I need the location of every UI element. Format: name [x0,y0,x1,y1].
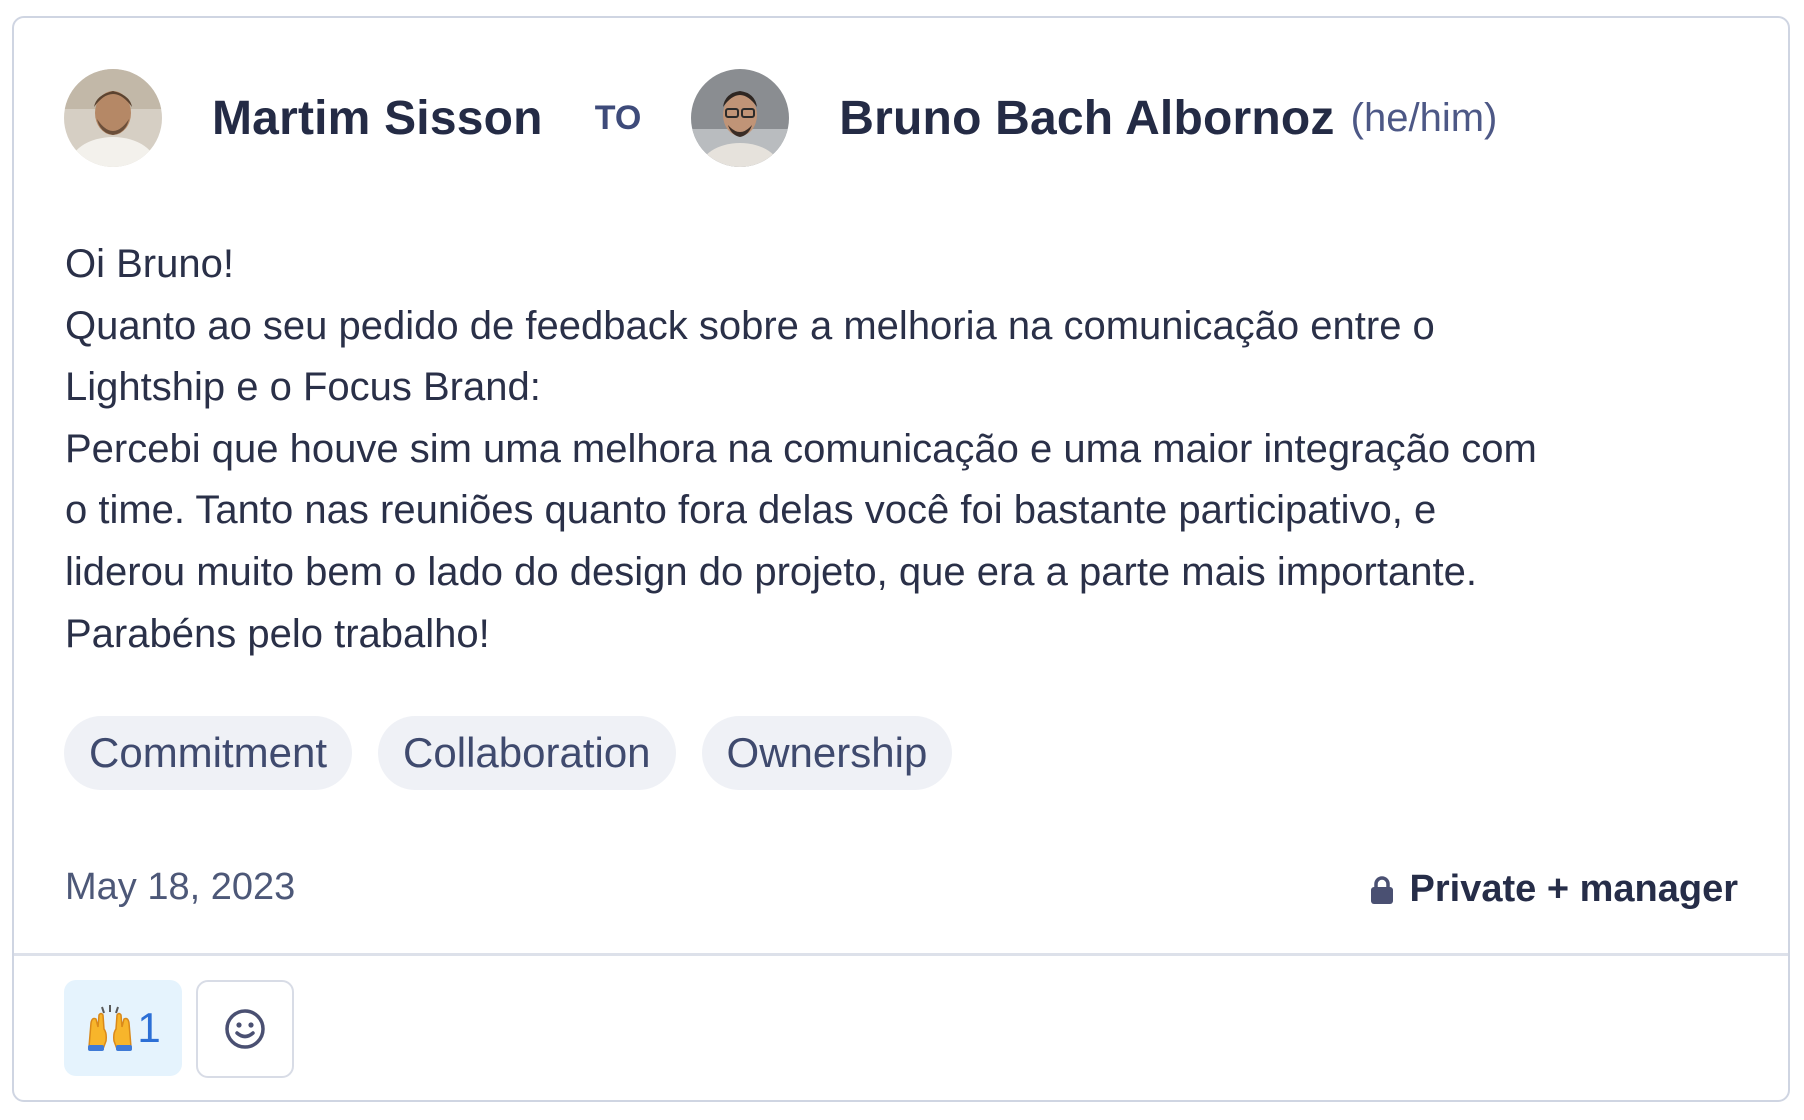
message-line: Quanto ao seu pedido de feedback sobre a… [65,303,1435,348]
recipient-pronouns: (he/him) [1350,95,1498,140]
feedback-header: Martim Sisson TO Bruno Bach Albornoz (he… [64,68,1497,168]
smiley-icon [225,1009,265,1049]
message-line: Oi Bruno! [65,242,234,286]
tag-collaboration: Collaboration [378,716,676,790]
recipient-name[interactable]: Bruno Bach Albornoz [839,91,1334,146]
divider [14,953,1788,956]
feedback-date: May 18, 2023 [65,866,296,908]
message-line: o time. Tanto nas reuniões quanto fora d… [65,488,1437,533]
sender-name[interactable]: Martim Sisson [212,91,543,146]
message-line: Parabéns pelo trabalho! [65,611,490,656]
reaction-count: 1 [137,1004,161,1051]
message-line: Percebi que houve sim uma melhora na com… [65,426,1537,471]
sender-avatar[interactable] [64,69,162,167]
raising-hands-icon [88,1005,133,1051]
tag-commitment: Commitment [64,716,353,790]
feedback-card: Martim Sisson TO Bruno Bach Albornoz (he… [12,16,1790,1102]
privacy-indicator: Private + manager [1370,868,1738,911]
lock-icon [1370,875,1393,904]
message-line: Lightship e o Focus Brand: [65,365,541,410]
to-connector: TO [594,98,642,137]
value-tags: Commitment Collaboration Ownership [64,716,953,790]
recipient-avatar[interactable] [691,69,790,167]
message-line: liderou muito bem o lado do design do pr… [65,549,1477,594]
add-reaction-button[interactable] [196,980,294,1078]
feedback-message: Oi Bruno! Quanto ao seu pedido de feedba… [65,234,1765,665]
reaction-raising-hands-button[interactable]: 1 [64,980,182,1076]
privacy-label: Private + manager [1409,868,1738,910]
tag-ownership: Ownership [701,716,953,790]
